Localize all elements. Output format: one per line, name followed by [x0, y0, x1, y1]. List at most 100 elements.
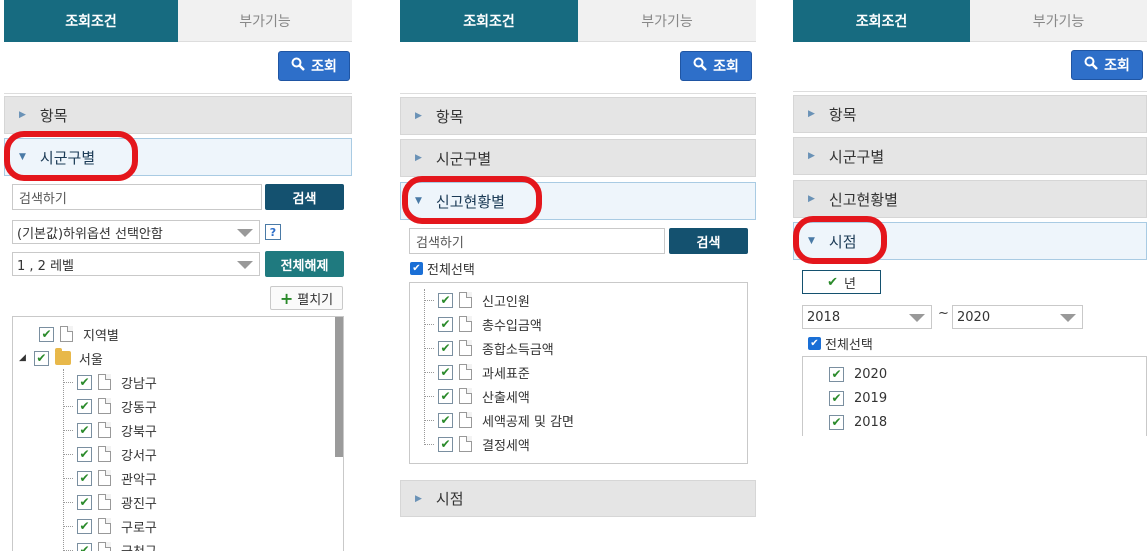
tree-branch — [63, 549, 73, 551]
region-tree: ✔ 지역별 ◢ ✔ 서울 ✔ 강남구 ✔ 강동구 ✔ 강북구 ✔ 강서구 ✔ 관… — [12, 316, 344, 551]
checkbox-checked[interactable]: ✔ — [808, 337, 821, 350]
search-button[interactable]: 검색 — [265, 184, 344, 210]
document-icon — [459, 340, 472, 356]
section-item[interactable]: ▶ 항목 — [400, 97, 756, 135]
list-item[interactable]: ✔ 2019 — [829, 387, 887, 409]
suboption-select[interactable]: (기본값)하위옵션 선택안함 — [12, 220, 260, 244]
checkbox-checked[interactable]: ✔ — [77, 518, 92, 534]
checkbox-checked[interactable]: ✔ — [438, 316, 453, 332]
year-unit-button[interactable]: ✔ 년 — [802, 270, 881, 294]
help-icon[interactable]: ? — [265, 224, 281, 240]
tab-query-conditions[interactable]: 조회조건 — [4, 0, 178, 42]
checkbox-checked[interactable]: ✔ — [829, 414, 844, 430]
section-time-label: 시점 — [828, 232, 857, 251]
tree-row[interactable]: ✔ 광진구 — [63, 491, 157, 513]
search-icon — [693, 57, 707, 75]
checkbox-checked[interactable]: ✔ — [829, 366, 844, 382]
tree-row[interactable]: ✔ 관악구 — [63, 467, 157, 489]
suboption-select-value: (기본값)하위옵션 선택안함 — [17, 226, 163, 242]
tree-row[interactable]: ✔ 강동구 — [63, 395, 157, 417]
tab-extra-features[interactable]: 부가기능 — [178, 0, 352, 42]
section-time[interactable]: ▶ 시점 — [400, 480, 756, 517]
tree-branch — [63, 501, 73, 503]
checkbox-checked[interactable]: ✔ — [77, 398, 92, 414]
tab-query-conditions[interactable]: 조회조건 — [793, 0, 970, 42]
list-item[interactable]: ✔ 종합소득금액 — [424, 337, 554, 359]
document-icon — [98, 374, 111, 390]
query-button[interactable]: 조회 — [1071, 50, 1143, 80]
search-input[interactable]: 검색하기 — [409, 228, 665, 254]
checkbox-checked[interactable]: ✔ — [438, 436, 453, 452]
list-item[interactable]: ✔ 2018 — [829, 411, 887, 433]
list-item-label: 과세표준 — [482, 366, 530, 382]
search-button[interactable]: 검색 — [669, 228, 748, 254]
query-button[interactable]: 조회 — [680, 51, 752, 81]
list-item[interactable]: ✔ 결정세액 — [424, 433, 530, 455]
chevron-right-icon: ▶ — [415, 493, 422, 504]
list-item[interactable]: ✔ 과세표준 — [424, 361, 530, 383]
section-report[interactable]: ▼ 신고현황별 — [400, 182, 756, 220]
checkbox-checked[interactable]: ✔ — [410, 262, 423, 275]
tree-row[interactable]: ✔ 금천구 — [63, 539, 157, 551]
select-all[interactable]: ✔ 전체선택 — [808, 334, 873, 353]
tree-row[interactable]: ✔ 지역별 — [39, 323, 119, 345]
query-button[interactable]: 조회 — [278, 51, 350, 81]
tab-extra-features[interactable]: 부가기능 — [578, 0, 756, 42]
clear-all-button[interactable]: 전체해제 — [265, 251, 344, 277]
checkbox-checked[interactable]: ✔ — [438, 340, 453, 356]
chevron-right-icon: ▶ — [415, 111, 422, 121]
list-item-label: 신고인원 — [482, 294, 530, 310]
checkbox-checked[interactable]: ✔ — [77, 542, 92, 551]
tree-row[interactable]: ✔ 구로구 — [63, 515, 157, 537]
checkbox-checked[interactable]: ✔ — [829, 390, 844, 406]
tree-row[interactable]: ✔ 강서구 — [63, 443, 157, 465]
list-item[interactable]: ✔ 산출세액 — [424, 385, 530, 407]
list-item[interactable]: ✔ 2020 — [829, 363, 887, 385]
section-item[interactable]: ▶ 항목 — [4, 96, 352, 134]
checkbox-checked[interactable]: ✔ — [77, 374, 92, 390]
folder-icon — [54, 348, 71, 365]
checkbox-checked[interactable]: ✔ — [39, 326, 54, 342]
section-report[interactable]: ▶ 신고현황별 — [793, 180, 1147, 218]
tab-query-conditions[interactable]: 조회조건 — [400, 0, 578, 42]
list-item[interactable]: ✔ 신고인원 — [424, 289, 530, 311]
from-year-select[interactable]: 2018 — [802, 305, 932, 329]
expand-button[interactable]: + 펼치기 — [270, 286, 343, 310]
query-button-label: 조회 — [311, 59, 337, 75]
search-input[interactable]: 검색하기 — [12, 184, 262, 210]
query-button-row: 조회 — [4, 42, 352, 94]
section-region[interactable]: ▶ 시군구별 — [400, 139, 756, 177]
checkbox-checked[interactable]: ✔ — [438, 412, 453, 428]
section-region[interactable]: ▼ 시군구별 — [4, 138, 352, 176]
section-region[interactable]: ▶ 시군구별 — [793, 137, 1147, 175]
section-item-label: 항목 — [828, 105, 857, 124]
checkbox-checked[interactable]: ✔ — [438, 364, 453, 380]
to-year-select[interactable]: 2020 — [952, 305, 1083, 329]
tree-row[interactable]: ✔ 강남구 — [63, 371, 157, 393]
checkbox-checked[interactable]: ✔ — [33, 350, 49, 366]
section-time[interactable]: ▼ 시점 — [793, 222, 1147, 260]
select-all[interactable]: ✔ 전체선택 — [410, 259, 475, 278]
tree-row[interactable]: ◢ ✔ 서울 — [19, 347, 103, 369]
checkbox-checked[interactable]: ✔ — [77, 470, 92, 486]
checkbox-checked[interactable]: ✔ — [438, 388, 453, 404]
checkbox-checked[interactable]: ✔ — [438, 292, 453, 308]
range-tilde: ~ — [938, 306, 949, 321]
tree-branch — [424, 371, 434, 373]
tree-row[interactable]: ✔ 강북구 — [63, 419, 157, 441]
to-year-value: 2020 — [957, 309, 991, 325]
tree-label: 서울 — [78, 352, 103, 368]
list-item-label: 2019 — [854, 390, 888, 406]
tree-label: 지역별 — [83, 328, 119, 344]
list-item[interactable]: ✔ 총수입금액 — [424, 313, 542, 335]
section-item[interactable]: ▶ 항목 — [793, 95, 1147, 133]
collapse-icon[interactable]: ◢ — [19, 353, 26, 363]
checkbox-checked[interactable]: ✔ — [77, 422, 92, 438]
scrollbar[interactable] — [335, 317, 343, 457]
tab-extra-features[interactable]: 부가기능 — [970, 0, 1147, 42]
checkbox-checked[interactable]: ✔ — [77, 494, 92, 510]
list-item[interactable]: ✔ 세액공제 및 감면 — [424, 409, 574, 431]
level-select[interactable]: 1 , 2 레벨 — [12, 252, 260, 276]
checkbox-checked[interactable]: ✔ — [77, 446, 92, 462]
tree-branch — [63, 453, 73, 455]
